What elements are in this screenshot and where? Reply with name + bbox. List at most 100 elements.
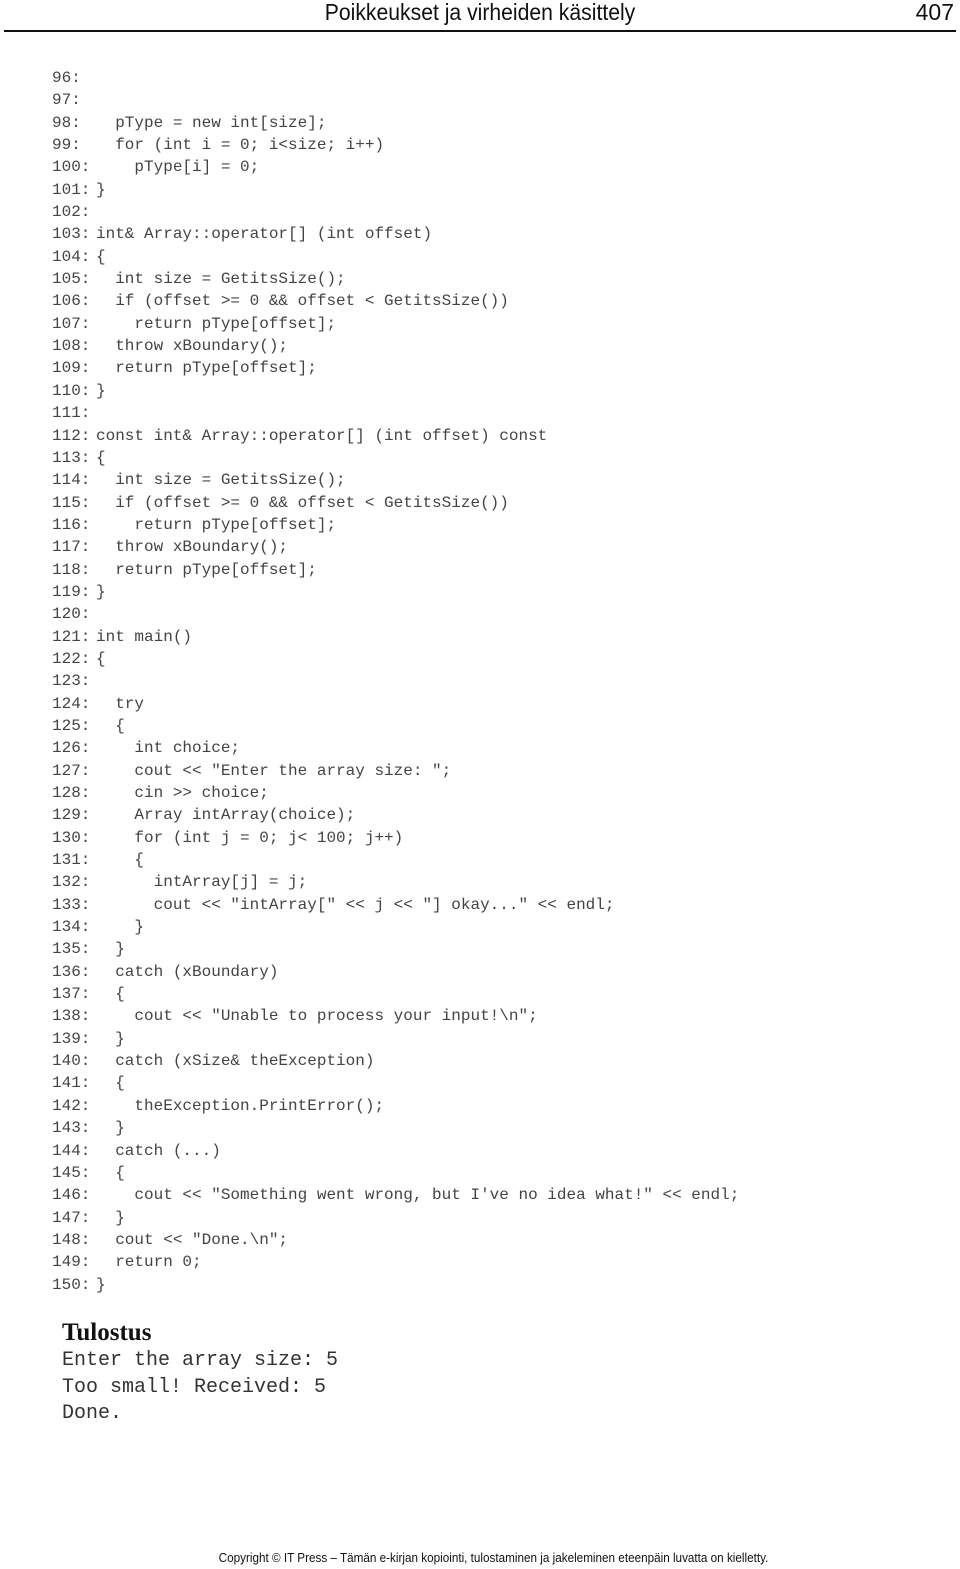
code-text: throw xBoundary();: [96, 337, 289, 356]
line-number: 96:: [52, 69, 81, 87]
line-number: 122:: [52, 649, 91, 668]
line-number: 125:: [52, 716, 91, 735]
code-text: return pType[offset];: [96, 560, 317, 579]
code-text: int size = GetitsSize();: [96, 471, 346, 490]
code-text: {: [96, 851, 145, 870]
code-text: catch (...): [96, 1141, 221, 1160]
code-text: {: [96, 1074, 125, 1093]
code-line: 121: int main(): [52, 626, 739, 648]
code-line: 125: {: [52, 715, 739, 737]
line-number: 97:: [52, 91, 81, 110]
code-text: if (offset >= 0 && offset < GetitsSize()…: [96, 292, 509, 311]
code-line: 139: }: [52, 1028, 739, 1050]
code-line: 117: throw xBoundary();: [52, 536, 739, 558]
line-number: 117:: [52, 538, 91, 557]
code-line: 127: cout << "Enter the array size: ";: [52, 760, 739, 782]
code-line: 99: for (int i = 0; i<size; i++): [52, 134, 739, 156]
line-number: 146:: [52, 1186, 91, 1205]
line-number: 141:: [52, 1074, 91, 1093]
code-line: 106: if (offset >= 0 && offset < GetitsS…: [52, 290, 739, 312]
copyright-footer: Copyright © IT Press – Tämän e-kirjan ko…: [218, 1550, 769, 1565]
code-text: }: [96, 1029, 125, 1048]
code-text: try: [96, 694, 145, 713]
output-heading: Tulostus: [62, 1319, 152, 1346]
code-line: 132: intArray[j] = j;: [52, 871, 739, 893]
code-line: 120:: [52, 603, 739, 625]
code-text: {: [96, 716, 125, 735]
code-line: 103: int& Array::operator[] (int offset): [52, 223, 739, 245]
code-text: for (int i = 0; i<size; i++): [96, 136, 385, 155]
line-number: 99:: [52, 136, 81, 155]
code-line: 110:}: [52, 380, 739, 402]
code-text: }: [96, 940, 125, 959]
line-number: 137:: [52, 985, 91, 1004]
code-text: {: [96, 649, 106, 668]
code-text: }: [96, 918, 145, 937]
code-line: 135: }: [52, 938, 739, 960]
line-number: 134:: [52, 918, 91, 937]
code-line: 150:}: [52, 1274, 739, 1296]
line-number: 121:: [52, 627, 91, 646]
code-line: 148: cout << "Done.\n";: [52, 1229, 739, 1251]
line-number: 119:: [52, 582, 91, 601]
line-number: 111:: [52, 404, 91, 423]
code-text: {: [96, 985, 125, 1004]
code-text: int main(): [96, 627, 193, 646]
code-line: 101:}: [52, 179, 739, 201]
line-number: 129:: [52, 806, 91, 825]
code-text: cout << "Unable to process your input!\n…: [96, 1007, 538, 1026]
code-line: 108: throw xBoundary();: [52, 335, 739, 357]
code-text: cout << "Done.\n";: [96, 1230, 289, 1249]
code-line: 112: const int& Array::operator[] (int of…: [52, 425, 739, 447]
output-line: Enter the array size: 5: [62, 1349, 339, 1372]
code-line: 138: cout << "Unable to process your inp…: [52, 1005, 739, 1027]
code-text: return pType[offset];: [96, 314, 337, 333]
code-line: 98: pType = new int[size];: [52, 112, 739, 134]
line-number: 130:: [52, 828, 91, 847]
code-line: 114: int size = GetitsSize();: [52, 469, 739, 491]
code-text: cout << "intArray[" << j << "] okay..." …: [96, 895, 615, 914]
code-text: }: [96, 1275, 106, 1294]
code-line: 146: cout << "Something went wrong, but …: [52, 1184, 739, 1206]
line-number: 131:: [52, 851, 91, 870]
line-number: 145:: [52, 1163, 91, 1182]
code-line: 147: }: [52, 1207, 739, 1229]
code-line: 142: theException.PrintError();: [52, 1095, 739, 1117]
code-text: }: [96, 381, 106, 400]
code-text: {: [96, 1163, 125, 1182]
code-line: 119:}: [52, 581, 739, 603]
line-number: 114:: [52, 471, 91, 490]
code-text: throw xBoundary();: [96, 538, 289, 557]
code-line: 122: {: [52, 648, 739, 670]
code-line: 133: cout << "intArray[" << j << "] okay…: [52, 894, 739, 916]
code-line: 109: return pType[offset];: [52, 357, 739, 379]
line-number: 126:: [52, 739, 91, 758]
code-line: 113: {: [52, 447, 739, 469]
code-line: 137: {: [52, 983, 739, 1005]
code-text: intArray[j] = j;: [96, 873, 308, 892]
line-number: 150:: [52, 1275, 91, 1294]
output-line: Too small! Received: 5: [62, 1375, 327, 1399]
code-line: 96:: [52, 67, 739, 89]
code-text: const int& Array::operator[] (int offset…: [96, 426, 548, 445]
code-listing: 96: 97: 98: pType = new int[size]; 99: for …: [52, 67, 739, 1296]
line-number: 109:: [52, 359, 91, 378]
code-text: for (int j = 0; j< 100; j++): [96, 828, 404, 847]
code-text: return 0;: [96, 1253, 202, 1272]
code-line: 107: return pType[offset];: [52, 313, 739, 335]
code-text: return pType[offset];: [96, 359, 317, 378]
line-number: 98:: [52, 113, 81, 132]
line-number: 105:: [52, 270, 91, 289]
output-section: Tulostus Enter the array size: 5 Too sma…: [62, 1318, 338, 1428]
line-number: 148:: [52, 1230, 91, 1249]
code-text: int& Array::operator[] (int offset): [96, 225, 433, 244]
code-text: pType[i] = 0;: [96, 158, 260, 177]
code-line: 116: return pType[offset];: [52, 514, 739, 536]
code-line: 143: }: [52, 1117, 739, 1139]
code-text: Array intArray(choice);: [96, 806, 356, 825]
code-text: }: [96, 1208, 125, 1227]
code-line: 118: return pType[offset];: [52, 559, 739, 581]
line-number: 139:: [52, 1029, 91, 1048]
code-line: 141: {: [52, 1072, 739, 1094]
code-text: {: [96, 247, 106, 266]
